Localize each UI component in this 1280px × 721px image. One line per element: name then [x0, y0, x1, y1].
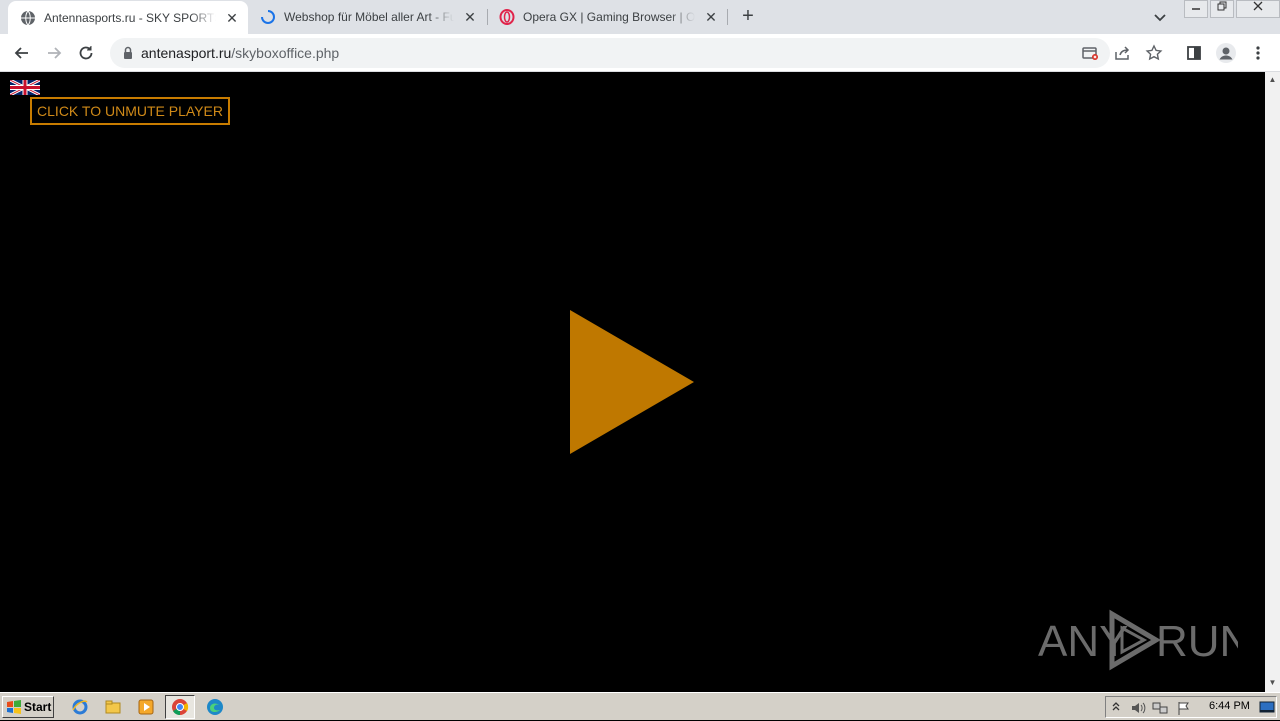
restore-icon: [1217, 1, 1227, 11]
restore-button[interactable]: [1210, 0, 1234, 18]
url-text: antenasport.ru/skyboxoffice.php: [141, 45, 339, 61]
bookmark-button[interactable]: [1142, 41, 1166, 65]
globe-icon: [20, 10, 36, 26]
lock-icon[interactable]: [120, 45, 136, 61]
close-icon: [1253, 1, 1263, 11]
close-tab-icon[interactable]: ✕: [224, 10, 240, 26]
share-button[interactable]: [1110, 41, 1134, 65]
tab-title: Webshop für Möbel aller Art - Fun-M: [284, 10, 454, 24]
close-window-button[interactable]: [1236, 0, 1280, 18]
page-viewport: CLICK TO UNMUTE PLAYER ANY RUN: [0, 72, 1265, 692]
reload-icon: [79, 46, 93, 60]
window-controls: [1184, 0, 1280, 18]
windows-logo-icon: [7, 700, 21, 714]
url-path: /skyboxoffice.php: [231, 45, 340, 61]
scroll-down-icon[interactable]: ▼: [1268, 678, 1277, 687]
tab-webshop[interactable]: Webshop für Möbel aller Art - Fun-M ✕: [248, 0, 486, 34]
media-player-icon[interactable]: [136, 697, 156, 717]
side-panel-icon: [1187, 46, 1201, 60]
arrow-left-icon: [14, 47, 28, 59]
address-bar[interactable]: antenasport.ru/skyboxoffice.php: [110, 38, 1110, 68]
start-button[interactable]: Start: [2, 696, 54, 718]
tab-antennasports[interactable]: Antennasports.ru - SKY SPORTS BO ✕: [8, 1, 248, 34]
tab-title: Antennasports.ru - SKY SPORTS BO: [44, 10, 216, 25]
play-button[interactable]: [570, 310, 694, 454]
show-hidden-icons-icon[interactable]: [1108, 700, 1124, 716]
taskbar-clock[interactable]: 6:44 PM: [1209, 700, 1250, 712]
tab-separator: [727, 9, 728, 25]
profile-button[interactable]: [1214, 41, 1238, 65]
start-label: Start: [24, 700, 52, 714]
new-tab-button[interactable]: +: [736, 5, 760, 29]
kebab-menu-icon: [1256, 46, 1260, 60]
cast-blocked-button[interactable]: [1078, 41, 1102, 65]
popup-blocked-icon: [1082, 47, 1098, 60]
watermark-right-text: RUN: [1156, 617, 1238, 666]
forward-button[interactable]: [42, 41, 66, 65]
browser-toolbar: antenasport.ru/skyboxoffice.php: [0, 34, 1280, 72]
network-icon[interactable]: [1152, 700, 1168, 716]
avatar-icon: [1216, 43, 1236, 63]
tab-title: Opera GX | Gaming Browser | Opera: [523, 10, 695, 24]
star-icon: [1145, 44, 1163, 61]
arrow-right-icon: [48, 47, 62, 59]
show-desktop-icon[interactable]: [1259, 700, 1275, 716]
minimize-icon: [1192, 8, 1200, 10]
chrome-taskbar-icon[interactable]: [165, 695, 195, 719]
volume-icon[interactable]: [1130, 700, 1146, 716]
scroll-up-icon[interactable]: ▲: [1268, 75, 1277, 84]
action-center-flag-icon[interactable]: [1176, 700, 1192, 716]
unmute-player-button[interactable]: CLICK TO UNMUTE PLAYER: [30, 97, 230, 125]
tab-opera[interactable]: Opera GX | Gaming Browser | Opera ✕: [487, 0, 727, 34]
reload-button[interactable]: [74, 41, 98, 65]
minimize-button[interactable]: [1184, 0, 1208, 18]
menu-button[interactable]: [1246, 41, 1270, 65]
anyrun-logo-icon: ANY RUN: [1038, 609, 1251, 671]
file-explorer-icon[interactable]: [103, 697, 123, 717]
system-tray: 6:44 PM: [1105, 696, 1277, 718]
anyrun-watermark: ANY RUN: [1038, 608, 1251, 672]
play-icon: [570, 310, 694, 454]
close-tab-icon[interactable]: ✕: [703, 9, 719, 25]
tab-strip: Antennasports.ru - SKY SPORTS BO ✕ Websh…: [0, 0, 1280, 34]
internet-explorer-icon[interactable]: [70, 697, 90, 717]
watermark-left-text: ANY: [1038, 617, 1128, 666]
close-tab-icon[interactable]: ✕: [462, 9, 478, 25]
edge-icon[interactable]: [205, 697, 225, 717]
side-panel-button[interactable]: [1182, 41, 1206, 65]
uk-flag-icon[interactable]: [9, 78, 41, 97]
tab-search-button[interactable]: [1150, 7, 1170, 27]
back-button[interactable]: [10, 41, 34, 65]
url-host: antenasport.ru: [141, 45, 232, 61]
vertical-scrollbar[interactable]: ▲ ▼: [1265, 72, 1280, 692]
chevron-down-icon: [1154, 14, 1166, 22]
share-icon: [1115, 46, 1130, 60]
opera-icon: [499, 9, 515, 25]
taskbar: Start 6:44 PM: [0, 692, 1280, 720]
loading-spinner-icon: [260, 9, 276, 25]
